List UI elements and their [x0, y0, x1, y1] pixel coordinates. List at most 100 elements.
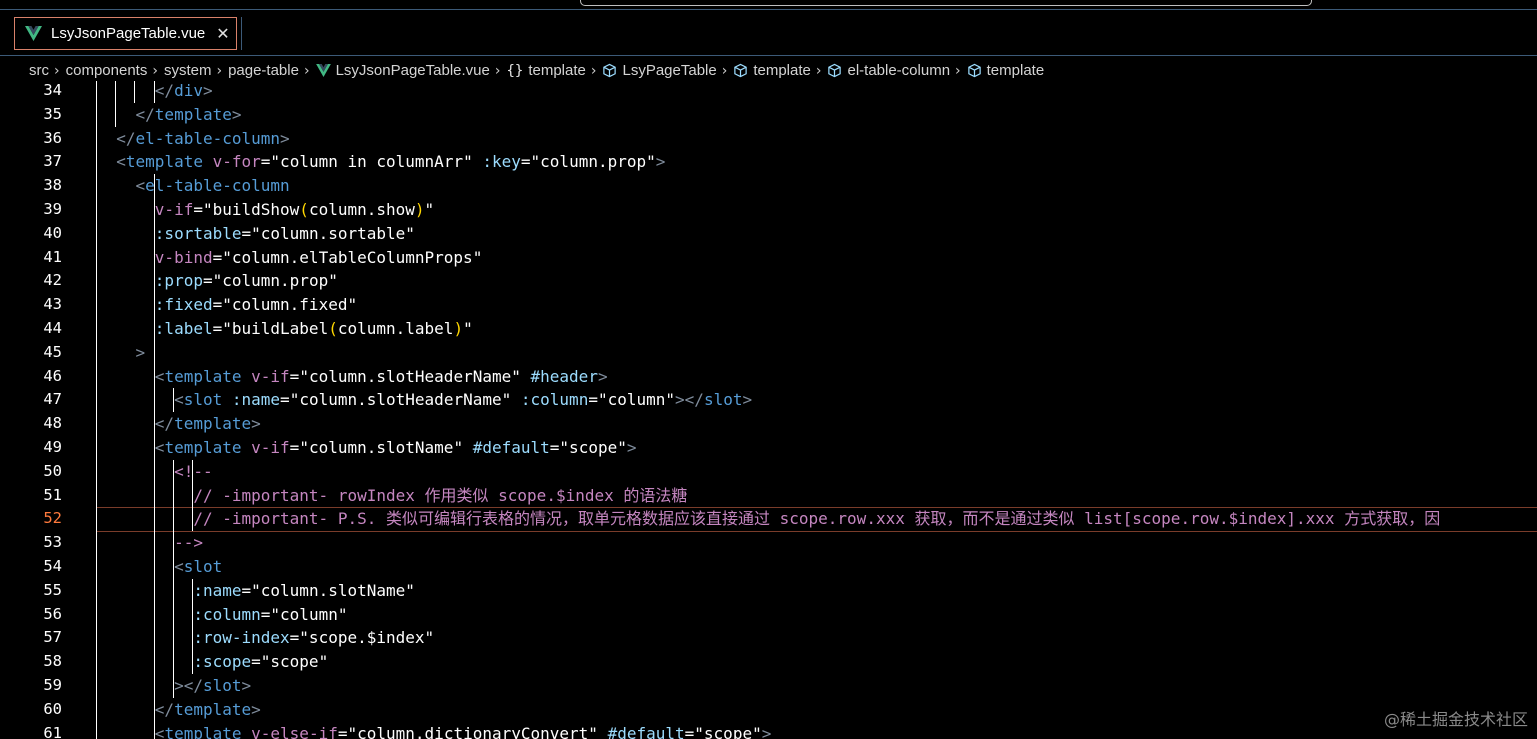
- line-number: 55: [43, 580, 62, 599]
- code-line[interactable]: 42 :prop="column.prop": [0, 269, 1537, 293]
- code-text: <slot: [174, 557, 223, 576]
- chevron-right-icon: ›: [216, 62, 223, 79]
- vue-icon: [24, 26, 42, 42]
- line-number: 52: [43, 509, 62, 528]
- cube-icon: [827, 63, 842, 78]
- breadcrumb-item[interactable]: template: [733, 62, 811, 79]
- breadcrumb-label: system: [163, 62, 212, 79]
- code-line[interactable]: 55 :name="column.slotName": [0, 579, 1537, 603]
- line-number: 60: [43, 699, 62, 718]
- code-text: </template>: [135, 104, 242, 124]
- code-line[interactable]: 56 :column="column": [0, 603, 1537, 627]
- line-number: 54: [43, 557, 62, 575]
- breadcrumb-item[interactable]: page-table: [228, 62, 299, 79]
- chevron-right-icon: ›: [54, 62, 60, 79]
- cube-icon: [967, 63, 982, 78]
- code-line[interactable]: 36 </el-table-column>: [0, 127, 1537, 151]
- indent-guide: [134, 81, 135, 103]
- breadcrumb-label: page-table: [228, 62, 299, 79]
- command-center-search[interactable]: [580, 0, 1312, 6]
- breadcrumb-item[interactable]: components: [66, 62, 148, 79]
- chevron-right-icon: ›: [303, 62, 310, 79]
- code-line[interactable]: 58 :scope="scope": [0, 650, 1537, 674]
- breadcrumb-item[interactable]: template: [967, 62, 1045, 79]
- breadcrumb-item[interactable]: LsyJsonPageTable.vue: [315, 62, 490, 79]
- code-text: :column="column": [193, 604, 348, 624]
- indent-guide: [154, 174, 155, 739]
- title-bar: [0, 0, 1537, 10]
- line-number: 58: [43, 652, 62, 671]
- code-line[interactable]: 50 <!--: [0, 460, 1537, 484]
- line-number: 41: [43, 247, 62, 266]
- line-number: 43: [43, 295, 62, 314]
- line-number: 35: [43, 104, 62, 123]
- code-line[interactable]: 47 <slot :name="column.slotHeaderName" :…: [0, 388, 1537, 412]
- code-line[interactable]: 40 :sortable="column.sortable": [0, 222, 1537, 246]
- line-number: 59: [43, 676, 62, 694]
- code-line[interactable]: 37 <template v-for="column in columnArr"…: [0, 150, 1537, 174]
- code-line[interactable]: 49 <template v-if="column.slotName" #def…: [0, 436, 1537, 460]
- code-line[interactable]: 38 <el-table-column: [0, 174, 1537, 198]
- close-icon[interactable]: ✕: [216, 24, 229, 43]
- line-number: 44: [43, 319, 62, 337]
- code-line[interactable]: 51 // -important- rowIndex 作用类似 scope.$i…: [0, 484, 1537, 508]
- indent-guide: [115, 81, 116, 127]
- code-line[interactable]: 35 </template>: [0, 103, 1537, 127]
- indent-guide: [173, 388, 174, 413]
- breadcrumb-item[interactable]: system: [164, 62, 212, 79]
- chevron-right-icon: ›: [494, 62, 501, 79]
- code-text: :fixed="column.fixed": [154, 295, 358, 315]
- tab-divider: [241, 17, 242, 50]
- braces-icon: {}: [506, 62, 524, 79]
- breadcrumb-item[interactable]: {} template: [506, 62, 585, 79]
- code-line[interactable]: 48 </template>: [0, 412, 1537, 436]
- code-text: <template v-if="column.slotHeaderName" #…: [154, 366, 608, 386]
- code-line[interactable]: 54 <slot: [0, 555, 1537, 579]
- code-line[interactable]: 53 -->: [0, 531, 1537, 555]
- breadcrumb-label: LsyPageTable: [622, 62, 717, 79]
- code-text: <template v-if="column.slotName" #defaul…: [154, 438, 637, 457]
- code-line[interactable]: 34 </div>: [0, 81, 1537, 103]
- breadcrumb-item[interactable]: src: [29, 62, 49, 79]
- code-line[interactable]: 45 >: [0, 341, 1537, 365]
- code-line[interactable]: 43 :fixed="column.fixed": [0, 293, 1537, 317]
- code-line[interactable]: 39 v-if="buildShow(column.show)": [0, 198, 1537, 222]
- code-text: <template v-for="column in columnArr" :k…: [116, 152, 666, 172]
- chevron-right-icon: ›: [152, 62, 158, 79]
- line-number: 57: [43, 628, 62, 647]
- code-text: <template v-else-if="column.dictionaryCo…: [154, 723, 772, 739]
- breadcrumb: src › components › system › page-table › LsyJson…: [0, 57, 1537, 84]
- line-number: 49: [43, 438, 62, 456]
- code-line[interactable]: 52 // -important- P.S. 类似可编辑行表格的情况，取单元格数…: [0, 507, 1537, 531]
- line-number: 46: [43, 366, 62, 385]
- code-text: :row-index="scope.$index": [193, 628, 435, 648]
- breadcrumb-label: el-table-column: [847, 62, 951, 79]
- code-line[interactable]: 61 <template v-else-if="column.dictionar…: [0, 722, 1537, 739]
- indent-guide: [96, 81, 97, 739]
- code-line[interactable]: 59 ></slot>: [0, 674, 1537, 698]
- chevron-right-icon: ›: [721, 62, 728, 79]
- vue-icon: [315, 64, 331, 77]
- breadcrumb-label: template: [986, 62, 1045, 79]
- breadcrumb-label: components: [65, 62, 148, 79]
- code-text: </el-table-column>: [116, 128, 290, 148]
- code-editor[interactable]: 34 </div> 35 </template> 36 </el-table-col…: [0, 81, 1537, 739]
- code-text: <slot :name="column.slotHeaderName" :col…: [174, 390, 753, 410]
- chevron-right-icon: ›: [815, 62, 822, 79]
- chevron-right-icon: ›: [590, 62, 597, 79]
- line-number: 47: [43, 390, 62, 409]
- tab-lsyjsonpagetable-vue[interactable]: LsyJsonPageTable.vue ✕: [14, 17, 237, 50]
- code-text: -->: [97, 533, 203, 553]
- breadcrumb-item[interactable]: el-table-column: [827, 62, 950, 79]
- breadcrumb-item[interactable]: LsyPageTable: [602, 62, 717, 79]
- chevron-right-icon: ›: [955, 62, 961, 79]
- code-line[interactable]: 60 </template>: [0, 698, 1537, 722]
- line-number: 40: [43, 223, 62, 242]
- cube-icon: [733, 63, 748, 78]
- line-number: 37: [43, 152, 62, 171]
- code-line[interactable]: 46 <template v-if="column.slotHeaderName…: [0, 365, 1537, 389]
- breadcrumb-label: template: [528, 62, 586, 79]
- code-line[interactable]: 41 v-bind="column.elTableColumnProps": [0, 246, 1537, 270]
- code-line[interactable]: 57 :row-index="scope.$index": [0, 626, 1537, 650]
- code-line[interactable]: 44 :label="buildLabel(column.label)": [0, 317, 1537, 341]
